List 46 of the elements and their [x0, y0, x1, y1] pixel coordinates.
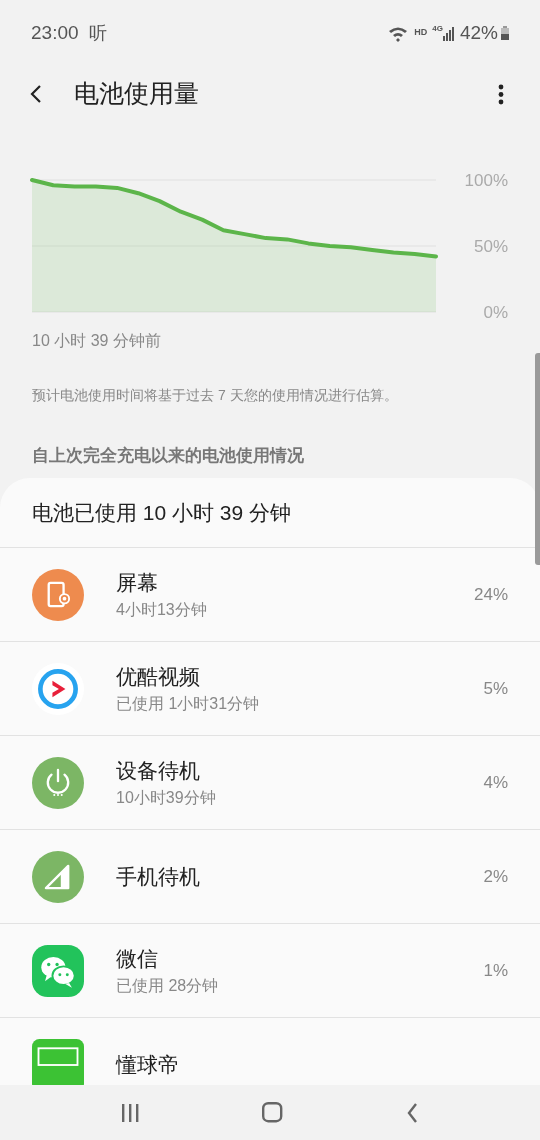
back-icon: [30, 84, 42, 104]
usage-percent: 24%: [473, 583, 508, 606]
usage-list-item[interactable]: 懂球帝: [0, 1018, 540, 1085]
y-axis-label: 100%: [464, 171, 508, 190]
page-title: 电池使用量: [74, 78, 199, 110]
recent-apps-icon[interactable]: [121, 1103, 139, 1122]
battery-percent: 42%: [459, 20, 498, 45]
back-icon[interactable]: [407, 1102, 419, 1123]
y-axis-label: 0%: [483, 303, 508, 322]
more-icon: [498, 83, 504, 105]
status-time: 23:00: [31, 20, 79, 45]
notification-text: 听: [88, 21, 107, 45]
app-name: 设备待机: [116, 757, 201, 784]
usage-duration: 10小时39分钟: [116, 787, 217, 808]
usage-percent: 4%: [483, 771, 508, 794]
more-options-button[interactable]: [496, 82, 506, 106]
home-icon[interactable]: [262, 1102, 284, 1123]
signal-icon: [442, 27, 454, 41]
chat-bubbles-icon: [32, 944, 84, 997]
app-name: 优酷视频: [116, 663, 201, 690]
app-name: 微信: [116, 945, 159, 972]
y-axis-label: 50%: [473, 237, 508, 256]
usage-list-item[interactable]: 优酷视频 已使用 1小时31分钟 5%: [0, 642, 540, 736]
usage-title: 电池已使用 10 小时 39 分钟: [32, 499, 292, 526]
screen-brightness-icon: [32, 568, 84, 621]
app-name: 懂球帝: [116, 1051, 180, 1078]
usage-list-item[interactable]: 手机待机 2%: [0, 830, 540, 924]
app-name: 屏幕: [116, 569, 159, 596]
section-title: 自上次完全充电以来的电池使用情况: [32, 445, 304, 468]
network-type-label: 4G: [432, 25, 443, 33]
estimate-note: 预计电池使用时间将基于过去 7 天您的使用情况进行估算。: [32, 385, 398, 405]
battery-icon: [501, 26, 509, 40]
usage-list-item[interactable]: 屏幕 4小时13分钟 24%: [0, 548, 540, 642]
usage-list-item[interactable]: 设备待机 10小时39分钟 4%: [0, 736, 540, 830]
chart-start-label: 10 小时 39 分钟前: [32, 331, 161, 351]
power-icon: [32, 756, 84, 809]
network-hd-label: HD: [414, 26, 428, 40]
usage-duration: 4小时13分钟: [116, 599, 208, 620]
usage-duration: 已使用 28分钟: [116, 975, 220, 996]
usage-duration: 已使用 1小时31分钟: [116, 693, 261, 714]
signal-strength-icon: [32, 850, 84, 903]
usage-list-item[interactable]: 微信 已使用 28分钟 1%: [0, 924, 540, 1018]
usage-percent: 2%: [483, 865, 508, 888]
usage-percent: 5%: [483, 677, 508, 700]
app-name: 手机待机: [116, 863, 201, 890]
usage-percent: 1%: [483, 959, 508, 982]
